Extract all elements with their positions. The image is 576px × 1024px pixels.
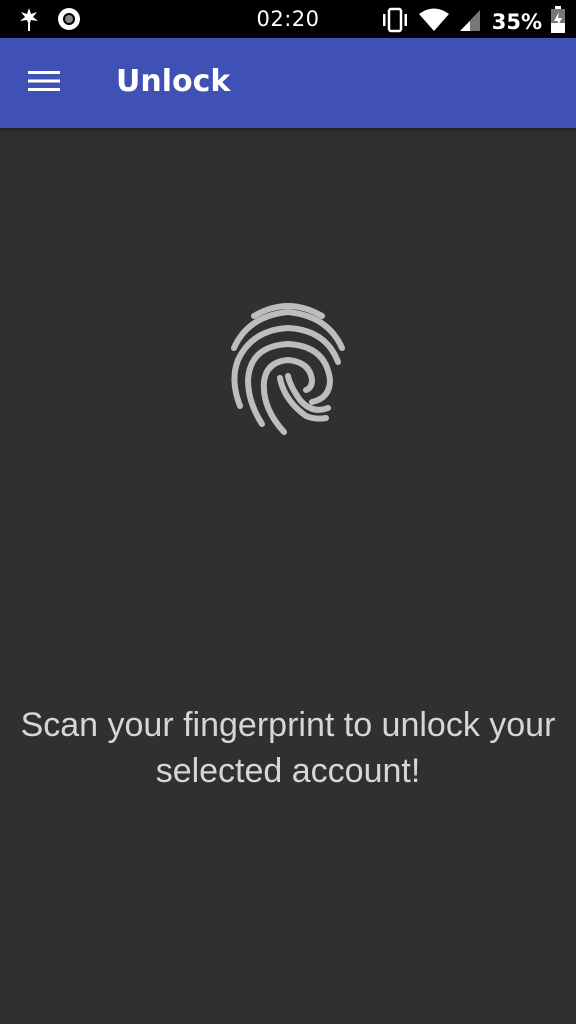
app-bar: Unlock [0,38,576,128]
hamburger-menu-icon[interactable] [28,69,60,97]
fingerprint-icon[interactable] [226,296,350,436]
page-title: Unlock [116,64,231,99]
wifi-icon [418,7,450,37]
battery-charging-icon [550,6,566,38]
status-right-icons: 35% [380,6,566,38]
menu-button[interactable] [24,65,64,101]
status-bar: 02:20 35% [0,0,576,38]
vibrate-icon [380,7,410,37]
unlock-instruction: Scan your fingerprint to unlock your sel… [20,706,556,790]
battery-percent: 35% [491,10,542,34]
cell-signal-icon [458,7,482,37]
